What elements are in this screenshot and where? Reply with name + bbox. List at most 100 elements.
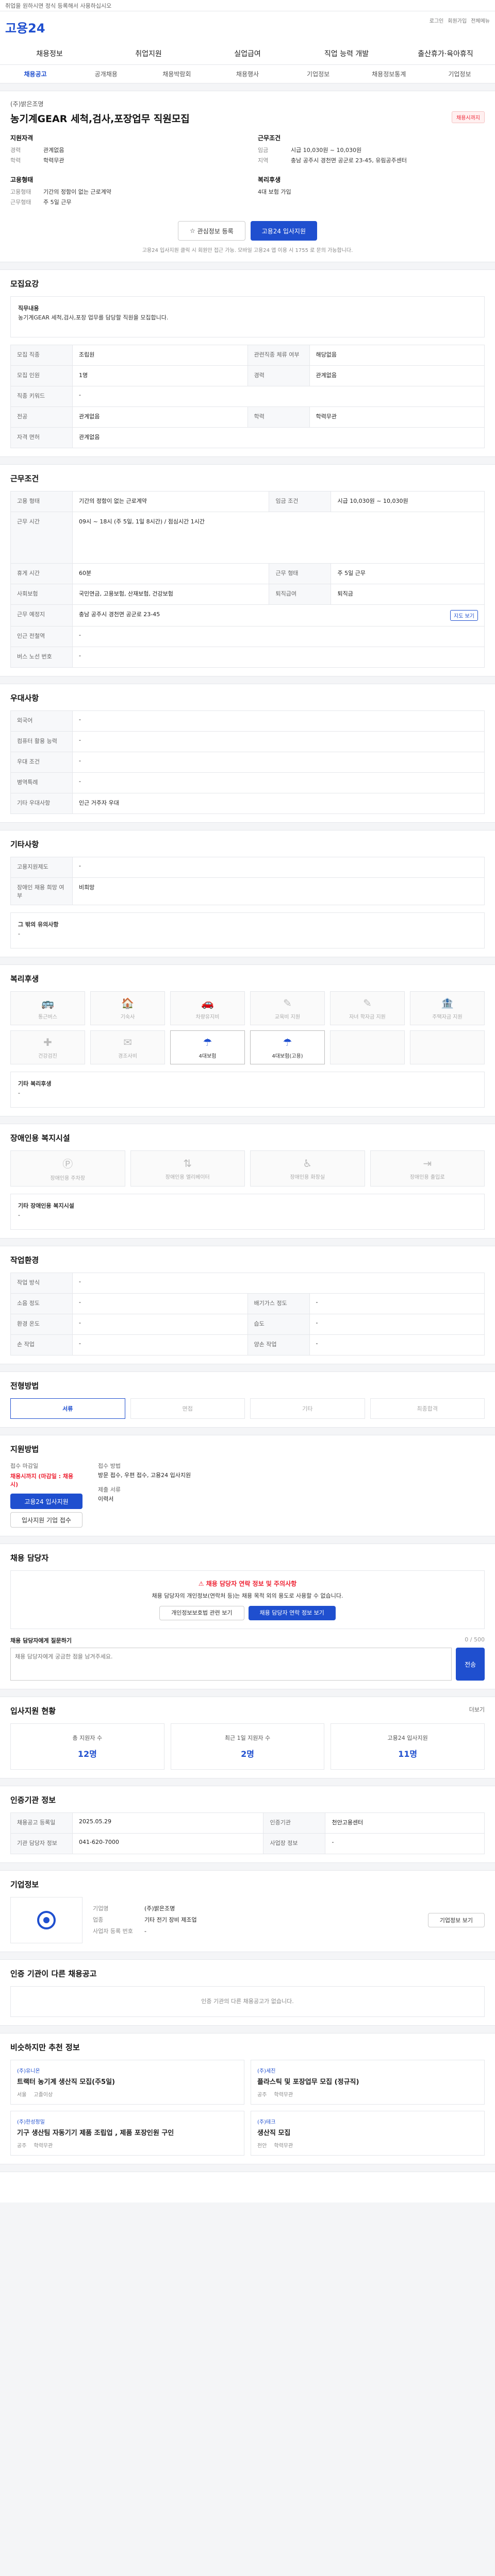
- kv-key: 경력: [10, 147, 21, 154]
- kv-key: 고용형태: [10, 189, 31, 195]
- method-label: 접수 방법: [98, 1463, 121, 1469]
- subnav-item-1[interactable]: 채용공고: [0, 70, 71, 78]
- apply-method-block: 접수 방법 방문 접수, 우편 접수, 고용24 입사지원 제출 서류 이력서: [98, 1462, 191, 1528]
- welfare-item-label: 통근버스: [38, 1014, 57, 1020]
- cell-key: 사업장 정보: [263, 1833, 326, 1854]
- process-steps: 서류 면접 기타 최종합격: [10, 1398, 485, 1419]
- cell-key: 환경 온도: [10, 1314, 73, 1335]
- recruit-section: 모집요강 직무내용 농기계GEAR 세척,검사,포장 업무를 담당할 직원을 모…: [0, 269, 495, 457]
- disabled-item: ⇥ 장애인용 출입로: [370, 1150, 485, 1187]
- site-logo[interactable]: 고용24: [5, 18, 45, 36]
- cell-key: 근무 형태: [269, 563, 332, 584]
- similar-job-card[interactable]: (주)테크 생산직 모집 천안 학력무관: [251, 2111, 485, 2156]
- welfare-item: ✎ 자녀 학자금 지원: [330, 991, 405, 1025]
- cell-key: 기관 담당자 정보: [10, 1833, 73, 1854]
- cell-value: -: [72, 710, 485, 732]
- inquiry-send-button[interactable]: 전송: [456, 1648, 485, 1681]
- job-desc: 농기계GEAR 세척,검사,포장 업무를 담당할 직원을 모집합니다.: [18, 314, 169, 321]
- company-logo-icon: [37, 1911, 56, 1929]
- table-row: 근무 예정지 충남 공주시 경천면 공군로 23-45 지도 보기: [10, 604, 485, 626]
- cell-value: -: [72, 731, 485, 752]
- cell-value: 60분: [72, 563, 270, 584]
- cell-key: 모집 인원: [10, 365, 73, 386]
- table-row: 휴게 시간 60분 근무 형태 주 5일 근무: [10, 563, 485, 584]
- table-row: 기관 담당자 정보 041-620-7000 사업장 정보 -: [10, 1833, 485, 1854]
- subnav-item-5[interactable]: 기업정보: [283, 70, 354, 78]
- job-title: 농기계GEAR 세척,검사,포장업무 직원모집: [10, 113, 190, 125]
- cell-key: 학력: [247, 406, 310, 428]
- inquiry-limit: 0 / 500: [465, 1636, 485, 1643]
- scrap-button[interactable]: ☆ 관심정보 등록: [178, 221, 245, 241]
- apply-company-button[interactable]: 입사지원 기업 접수: [10, 1512, 82, 1528]
- cell-key: 퇴직급여: [269, 584, 332, 605]
- card-company: (주)유니온: [17, 2069, 40, 2074]
- disabled-etc-box: 기타 장애인용 복지시설 -: [10, 1194, 485, 1230]
- nav-support[interactable]: 취업지원: [99, 48, 198, 59]
- contact-info-button[interactable]: 채용 담당자 연락 정보 보기: [248, 1606, 336, 1620]
- top-notice-bar: 취업을 원하시면 정식 등록해서 사용하십시오: [0, 0, 495, 11]
- signup-link[interactable]: 회원가입: [448, 16, 467, 24]
- card-meta: 학력무관: [274, 2092, 293, 2098]
- nav-benefit[interactable]: 실업급여: [198, 48, 297, 59]
- header-utility: 로그인 회원가입 전체메뉴: [430, 16, 490, 24]
- welfare-item: [410, 1030, 485, 1064]
- company-info-button[interactable]: 기업정보 보기: [427, 1913, 485, 1927]
- all-menu-link[interactable]: 전체메뉴: [471, 16, 490, 24]
- welfare-item: ✉ 경조사비: [90, 1030, 165, 1064]
- cell-value: 충남 공주시 경천면 공군로 23-45 지도 보기: [72, 604, 485, 626]
- subnav-item-6[interactable]: 채용정보통계: [354, 70, 424, 78]
- inquiry-textarea[interactable]: [10, 1648, 452, 1681]
- welfare-item-label: 4대보험(고용): [272, 1053, 303, 1059]
- table-row: 자격 면허 관계없음: [10, 427, 485, 448]
- map-button[interactable]: 지도 보기: [450, 610, 478, 621]
- warning-title: ⚠ 채용 담당자 연락 정보 및 주의사항: [19, 1579, 476, 1588]
- disabled-etc-value: -: [18, 1212, 20, 1218]
- similar-job-card[interactable]: (주)세진 플라스틱 및 포장업무 모집 (정규직) 공주 학력무관: [251, 2060, 485, 2105]
- privacy-law-button[interactable]: 개인정보보호법 관련 보기: [159, 1606, 244, 1620]
- kv-key: 학력: [10, 157, 21, 164]
- apply-online-button[interactable]: 고용24 입사지원: [10, 1494, 82, 1509]
- cell-value: 퇴직금: [331, 584, 485, 605]
- nav-training[interactable]: 직업 능력 개발: [297, 48, 396, 59]
- process-title: 전형방법: [10, 1381, 39, 1391]
- cell-key: 인근 전철역: [10, 626, 73, 647]
- apply-button[interactable]: 고용24 입사지원: [250, 221, 317, 241]
- cell-value: -: [72, 386, 485, 407]
- cell-key: 기타 우대사항: [10, 793, 73, 814]
- similar-job-card[interactable]: (주)한성정밀 기구 생산팀 자동기기 제품 조립업 , 제품 포장인원 구인 공주…: [10, 2111, 244, 2156]
- warning-text: 채용 담당자의 개인정보(연락처 등)는 채용 목적 외의 용도로 사용할 수 …: [152, 1592, 343, 1599]
- job-desc-head: 직무내용: [18, 305, 39, 312]
- subnav-item-7[interactable]: 기업정보: [424, 70, 495, 78]
- table-row: 소음 정도 - 배기가스 정도 -: [10, 1293, 485, 1314]
- login-link[interactable]: 로그인: [430, 16, 444, 24]
- table-row: 모집 직종 조립원 관련직종 체류 여부 해당없음: [10, 345, 485, 366]
- welfare-icon: ☂: [283, 1036, 292, 1048]
- card-title: 기구 생산팀 자동기기 제품 조립업 , 제품 포장인원 구인: [17, 2129, 174, 2137]
- company-name[interactable]: (주)밝은조명: [10, 99, 485, 108]
- stats-more-link[interactable]: 더보기: [469, 1705, 485, 1723]
- subnav-item-4[interactable]: 채용행사: [212, 70, 283, 78]
- similar-job-card[interactable]: (주)유니온 트랙터 농기계 생산직 모집(주5일) 서울 고졸이상: [10, 2060, 244, 2105]
- cell-value: 인근 거주자 우대: [72, 793, 485, 814]
- welfare-item: ☂ 4대보험: [170, 1030, 245, 1064]
- welfare-item-label: 차량유지비: [195, 1014, 220, 1020]
- cell-value: 천안고용센터: [325, 1812, 485, 1834]
- inquiry-title: 채용 담당자에게 질문하기: [10, 1637, 72, 1644]
- disabled-section: 장애인용 복지시설 Ⓟ 장애인용 주차장 ⇅ 장애인용 엘리베이터 ♿ 장애인용 화장…: [0, 1124, 495, 1239]
- card-meta: 학력무관: [34, 2143, 53, 2149]
- welfare-icon: ☂: [203, 1036, 212, 1048]
- apply-deadline-block: 접수 마감일 채용시까지 (마감일 : 채용 시) 고용24 입사지원 입사지원…: [10, 1462, 82, 1528]
- cell-key: 외국어: [10, 710, 73, 732]
- subnav-item-2[interactable]: 공개채용: [71, 70, 141, 78]
- nav-jobs[interactable]: 채용정보: [0, 48, 99, 59]
- kv-key: 업종: [93, 1917, 104, 1923]
- subnav-item-3[interactable]: 채용박람회: [141, 70, 212, 78]
- stat-label: 총 지원자 수: [72, 1735, 103, 1741]
- nav-leave[interactable]: 출산휴가·육아휴직: [396, 48, 495, 59]
- process-step: 서류: [10, 1398, 125, 1419]
- table-row: 기타 우대사항 인근 거주자 우대: [10, 793, 485, 814]
- deadline-badge: 채용시까지: [452, 111, 485, 123]
- work-title: 근무조건: [10, 474, 39, 483]
- welfare-icon: 🏦: [441, 996, 454, 1009]
- stat-value: 11명: [398, 1749, 418, 1759]
